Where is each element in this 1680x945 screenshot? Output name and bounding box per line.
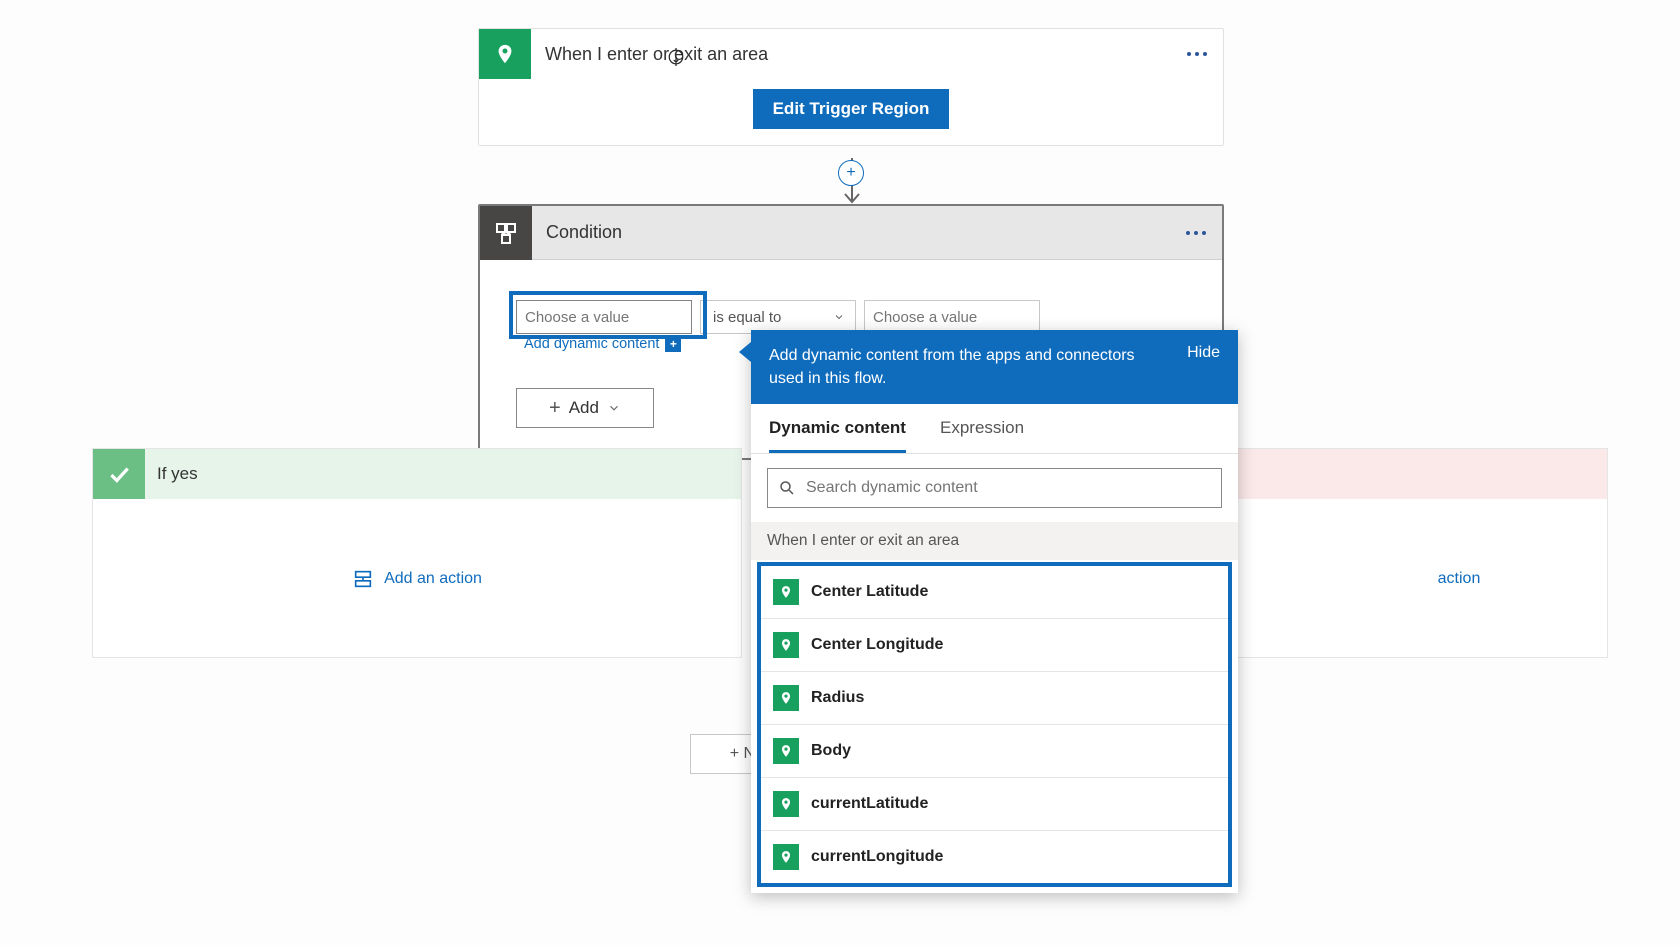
dynamic-header-text: Add dynamic content from the apps and co…	[769, 344, 1139, 390]
cursor-icon	[667, 46, 685, 68]
plus-icon: +	[665, 336, 681, 352]
search-icon	[778, 479, 796, 497]
dynamic-tabs: Dynamic content Expression	[751, 404, 1238, 454]
condition-header[interactable]: Condition	[480, 206, 1222, 260]
dynamic-header: Add dynamic content from the apps and co…	[751, 330, 1238, 404]
trigger-card: When I enter or exit an area Edit Trigge…	[478, 28, 1224, 146]
dynamic-list-highlight: Center Latitude Center Longitude Radius Bod…	[757, 562, 1232, 887]
location-icon	[773, 844, 799, 870]
location-icon	[773, 632, 799, 658]
condition-title: Condition	[532, 222, 1178, 243]
branch-yes-header: If yes	[93, 449, 741, 499]
add-dynamic-link-label: Add dynamic content	[524, 336, 659, 352]
trigger-title: When I enter or exit an area	[531, 44, 1179, 65]
tab-expression[interactable]: Expression	[940, 418, 1024, 453]
hide-button[interactable]: Hide	[1187, 344, 1220, 362]
dynamic-item-label: Radius	[811, 689, 864, 707]
chevron-down-icon	[833, 311, 845, 323]
dynamic-item[interactable]: Center Longitude	[761, 619, 1228, 672]
right-value-input[interactable]	[864, 300, 1040, 334]
trigger-menu-button[interactable]	[1179, 36, 1215, 72]
edit-trigger-region-button[interactable]: Edit Trigger Region	[753, 89, 950, 129]
trigger-header[interactable]: When I enter or exit an area	[479, 29, 1223, 79]
add-button-label: Add	[569, 398, 599, 418]
dynamic-search-input[interactable]	[806, 479, 1211, 497]
dynamic-item[interactable]: currentLatitude	[761, 778, 1228, 831]
dynamic-item-label: currentLongitude	[811, 848, 943, 866]
dynamic-item-label: currentLatitude	[811, 795, 928, 813]
location-icon	[773, 738, 799, 764]
condition-row: is equal to	[516, 300, 1186, 334]
branch-yes-label: If yes	[145, 464, 198, 484]
dynamic-item-label: Body	[811, 742, 851, 760]
location-icon	[479, 29, 531, 79]
popover-callout	[739, 342, 751, 362]
dynamic-search[interactable]	[767, 468, 1222, 508]
dynamic-item-label: Center Latitude	[811, 583, 928, 601]
dynamic-item[interactable]: Body	[761, 725, 1228, 778]
dynamic-item[interactable]: Radius	[761, 672, 1228, 725]
dynamic-list: Center Latitude Center Longitude Radius Bod…	[761, 566, 1228, 883]
insert-step-button[interactable]: +	[838, 160, 864, 186]
condition-icon	[480, 206, 532, 260]
dynamic-content-popover: Add dynamic content from the apps and co…	[751, 330, 1238, 893]
left-value-input[interactable]	[516, 300, 692, 334]
operator-dropdown[interactable]: is equal to	[700, 300, 856, 334]
add-action-no[interactable]: action	[1438, 570, 1481, 588]
operator-label: is equal to	[713, 309, 781, 326]
add-dynamic-content-link[interactable]: Add dynamic content +	[524, 336, 681, 352]
add-row-button[interactable]: + Add	[516, 388, 654, 428]
dynamic-section-title: When I enter or exit an area	[751, 522, 1238, 560]
add-action-label-partial: action	[1438, 570, 1481, 588]
dynamic-item-label: Center Longitude	[811, 636, 943, 654]
branch-yes: If yes Add an action	[92, 448, 742, 658]
trigger-body: Edit Trigger Region	[479, 79, 1223, 145]
action-icon	[352, 568, 374, 590]
add-action-yes[interactable]: Add an action	[352, 568, 482, 590]
location-icon	[773, 791, 799, 817]
add-action-label: Add an action	[384, 570, 482, 588]
dynamic-item[interactable]: currentLongitude	[761, 831, 1228, 883]
check-icon	[93, 449, 145, 499]
chevron-down-icon	[607, 401, 621, 415]
location-icon	[773, 685, 799, 711]
location-icon	[773, 579, 799, 605]
plus-icon: +	[549, 397, 561, 420]
condition-menu-button[interactable]	[1178, 215, 1214, 251]
tab-dynamic-content[interactable]: Dynamic content	[769, 418, 906, 453]
dynamic-item[interactable]: Center Latitude	[761, 566, 1228, 619]
